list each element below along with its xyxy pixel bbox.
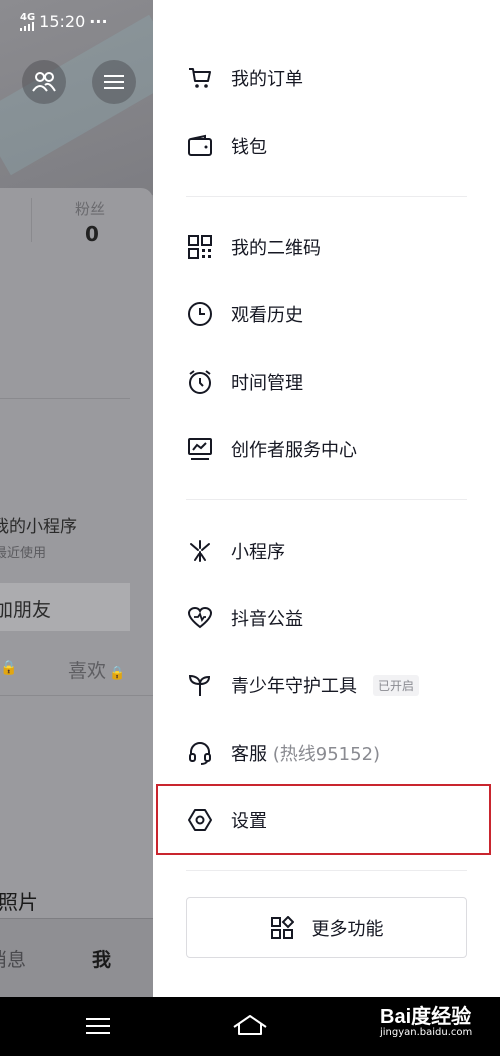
alarm-clock-icon <box>187 369 213 395</box>
drawer-item-qr-code[interactable]: 我的二维码 <box>153 217 500 277</box>
menu-button[interactable] <box>92 60 136 104</box>
lock-icon: 🔒 <box>109 666 126 681</box>
divider <box>31 198 32 242</box>
network-indicator: 4G <box>20 11 36 31</box>
drawer-item-wallet[interactable]: 钱包 <box>153 116 500 176</box>
drawer-item-orders[interactable]: 我的订单 <box>153 48 500 108</box>
hamburger-icon <box>104 75 124 89</box>
drawer-item-label: 客服 (热线95152) <box>231 740 380 766</box>
fans-label: 粉丝 <box>75 200 106 218</box>
watermark-sub: jingyan.baidu.com <box>380 1027 473 1038</box>
tab-messages[interactable]: 消息 <box>0 945 26 972</box>
signal-icon <box>20 21 34 31</box>
home-icon <box>233 1015 267 1035</box>
chart-monitor-icon <box>187 436 213 462</box>
drawer-item-mini-programs[interactable]: 小程序 <box>153 521 500 581</box>
baidu-jingyan-watermark: Bai度经验 jingyan.baidu.com <box>380 1000 472 1038</box>
lock-icon: 🔒 <box>0 660 18 676</box>
more-features-button[interactable]: 更多功能 <box>186 897 467 958</box>
drawer-item-customer-service[interactable]: 客服 (热线95152) <box>153 723 500 783</box>
drawer-item-label: 时间管理 <box>231 373 303 394</box>
likes-tab[interactable]: 喜欢 🔒 <box>68 656 125 683</box>
fans-count[interactable]: 0 <box>85 222 99 246</box>
drawer-item-creator-center[interactable]: 创作者服务中心 <box>153 419 500 479</box>
divider <box>186 499 467 500</box>
drawer-item-label: 青少年守护工具 <box>231 676 357 697</box>
drawer-item-label: 小程序 <box>231 542 285 563</box>
drawer-item-label: 观看历史 <box>231 305 303 326</box>
headset-icon <box>187 740 213 766</box>
qr-code-icon <box>187 234 213 260</box>
watermark-main: Bai度经验 <box>380 1006 472 1028</box>
drawer-item-charity[interactable]: 抖音公益 <box>153 588 500 648</box>
divider <box>186 196 467 197</box>
photos-label: 照片 <box>0 890 38 914</box>
drawer-item-label: 我的二维码 <box>231 238 321 259</box>
drawer-item-watch-history[interactable]: 观看历史 <box>153 284 500 344</box>
divider <box>0 398 130 399</box>
drawer-item-time-management[interactable]: 时间管理 <box>153 352 500 412</box>
divider <box>186 870 467 871</box>
side-drawer: 我的订单 钱包 我的二维码 观看历史 时间管理 创作者服务中心 小程序 抖音公益… <box>153 0 500 997</box>
more-features-label: 更多功能 <box>311 918 384 940</box>
settings-highlight-box <box>156 784 491 855</box>
profile-page-background: 粉丝 0 我的小程序 最近使用 加朋友 🔒 喜欢🔒 照片 消息 我 <box>0 0 153 997</box>
likes-label: 喜欢 <box>68 660 107 682</box>
menu-icon <box>86 1018 110 1034</box>
tab-me[interactable]: 我 <box>92 945 111 972</box>
friends-icon <box>32 72 56 92</box>
drawer-item-label: 创作者服务中心 <box>231 440 357 461</box>
recent-label: 最近使用 <box>0 546 47 561</box>
heart-icon <box>187 605 213 631</box>
sprout-icon <box>187 672 213 698</box>
customer-service-label: 客服 <box>231 744 267 765</box>
mini-program-icon <box>187 538 213 564</box>
hotline-label: (热线95152) <box>272 744 381 765</box>
drawer-item-label: 抖音公益 <box>231 609 303 630</box>
clock-icon <box>187 301 213 327</box>
wallet-icon <box>187 133 213 159</box>
status-bar: 4G 15:20 ··· <box>20 12 108 31</box>
my-mini-programs-label[interactable]: 我的小程序 <box>0 512 77 537</box>
cart-icon <box>187 65 213 91</box>
home-button[interactable] <box>232 1013 268 1037</box>
friends-button[interactable] <box>22 60 66 104</box>
more-status-dots: ··· <box>89 12 108 31</box>
enabled-badge: 已开启 <box>373 674 420 696</box>
drawer-item-label: 我的订单 <box>231 69 303 90</box>
divider <box>0 695 153 696</box>
grid-icon <box>270 915 294 940</box>
recent-apps-button[interactable] <box>86 1017 110 1035</box>
network-type: 4G <box>20 11 36 23</box>
clock-time: 15:20 <box>39 12 86 31</box>
drawer-item-label: 钱包 <box>231 137 267 158</box>
add-friend-label: 加朋友 <box>0 599 52 621</box>
add-friend-button[interactable]: 加朋友 <box>0 583 130 631</box>
drawer-item-youth-protection[interactable]: 青少年守护工具 已开启 <box>153 655 500 715</box>
